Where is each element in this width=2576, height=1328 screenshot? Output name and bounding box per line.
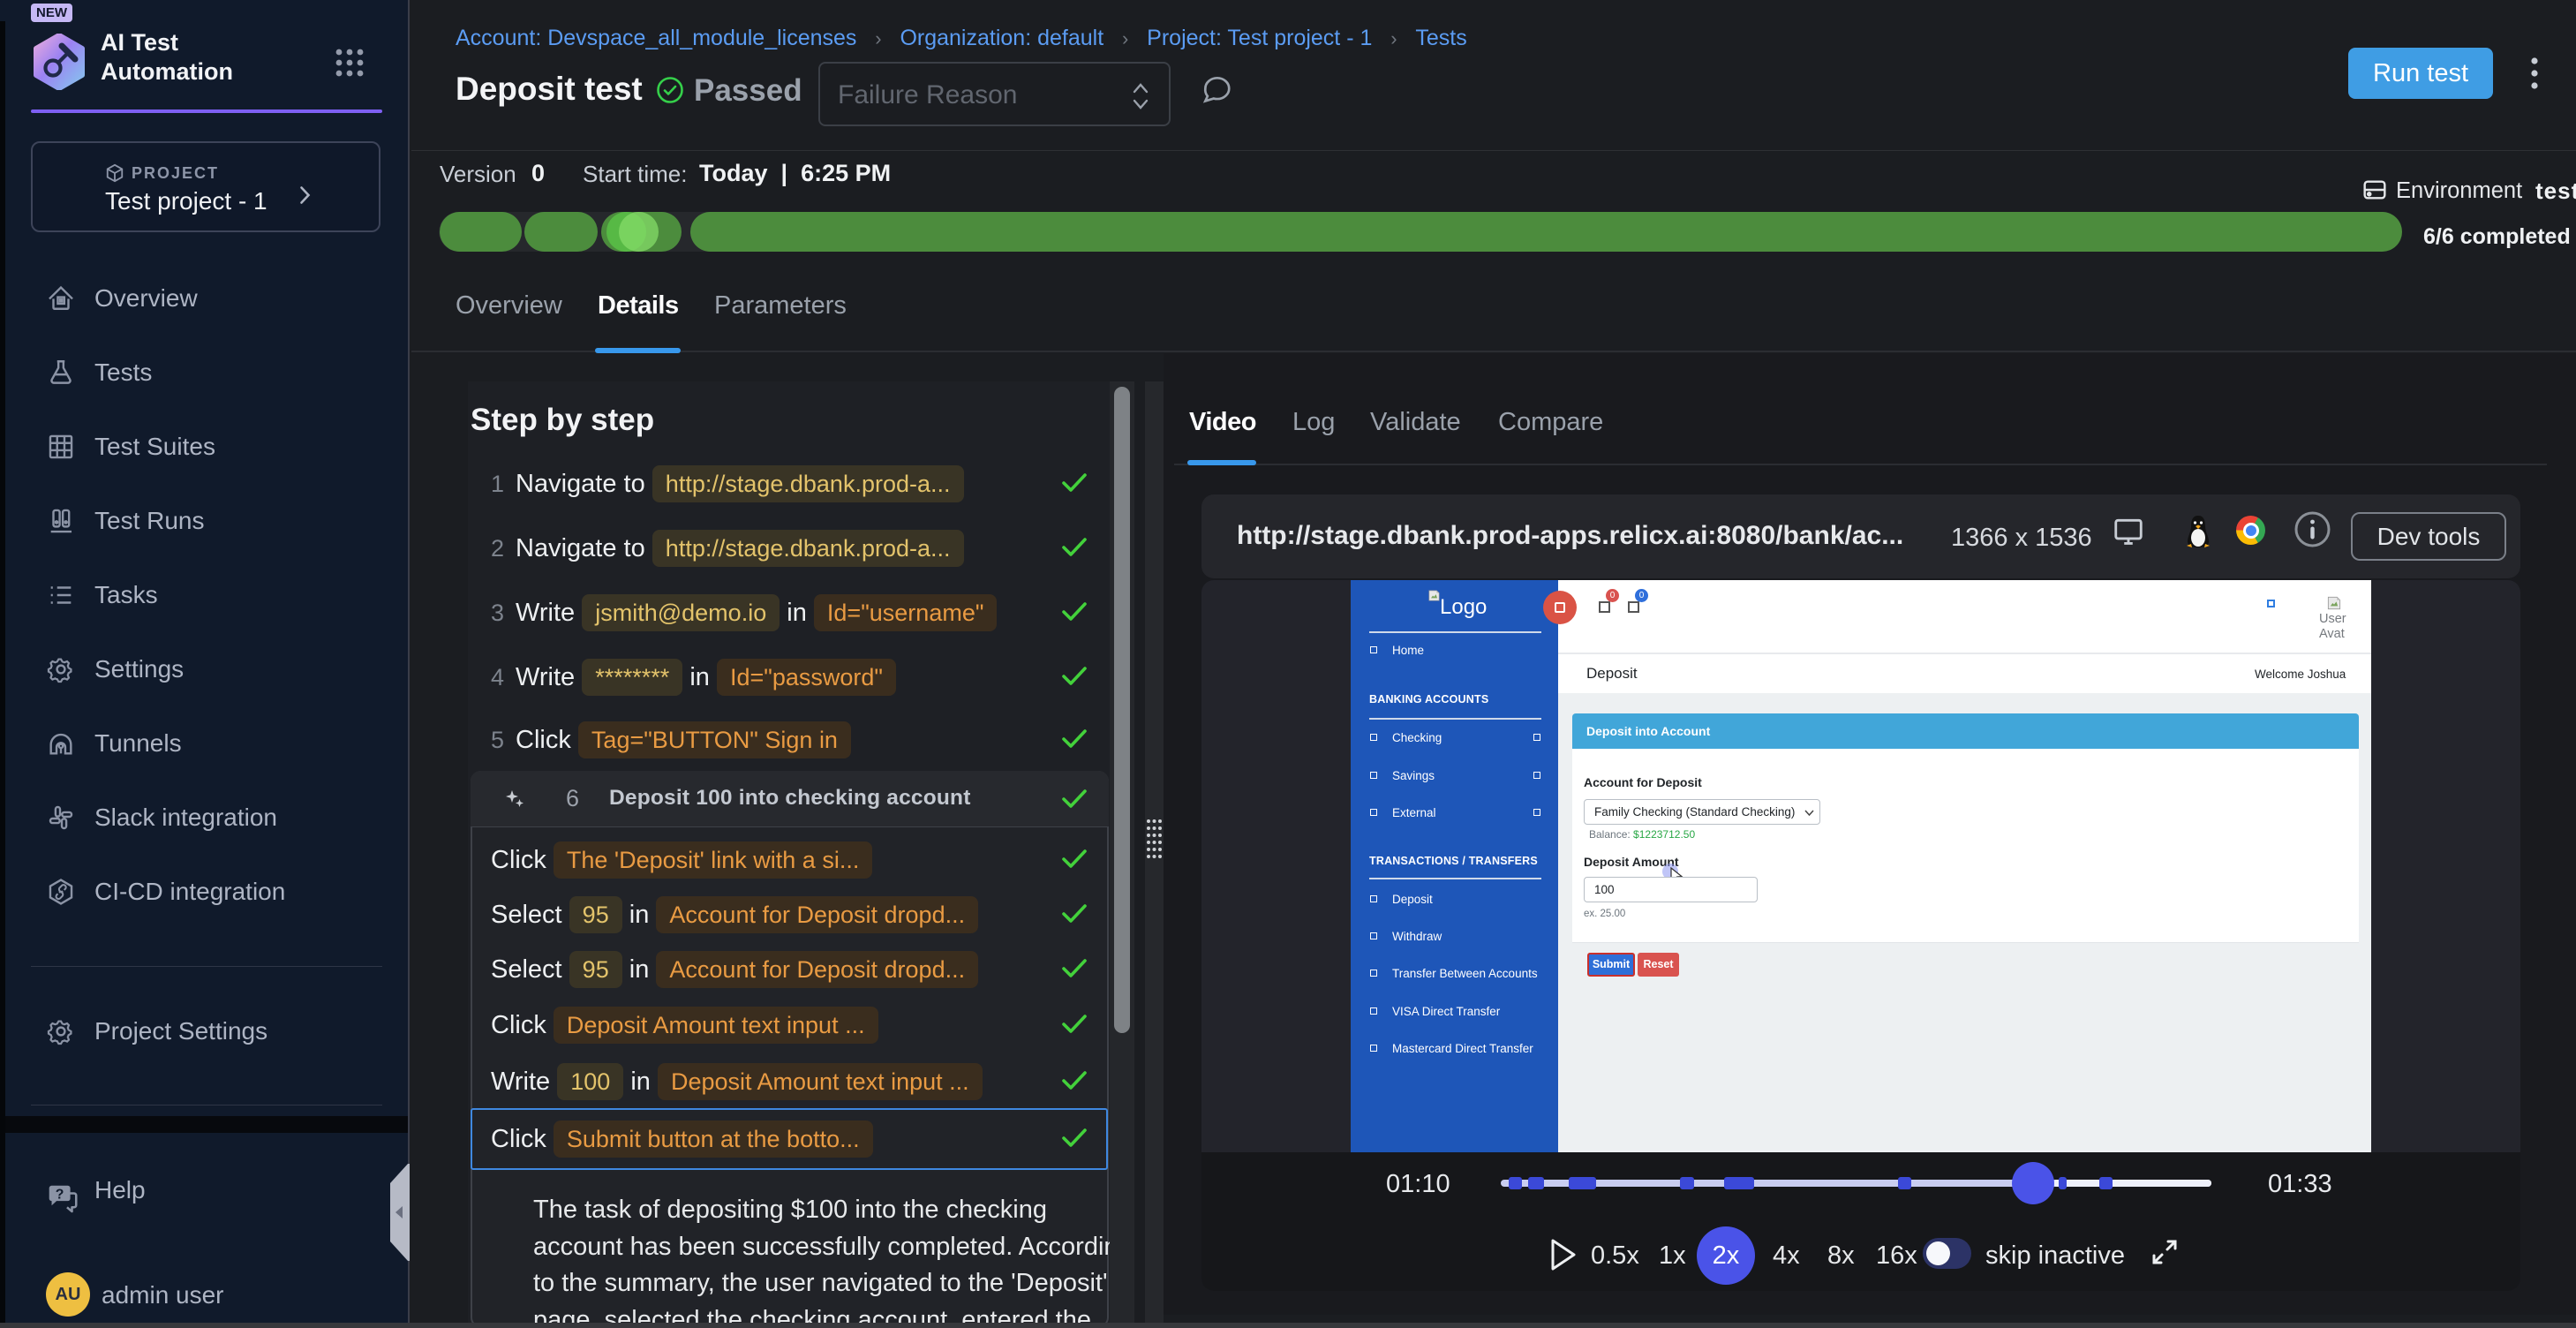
svg-text:?: ? <box>56 1187 64 1202</box>
